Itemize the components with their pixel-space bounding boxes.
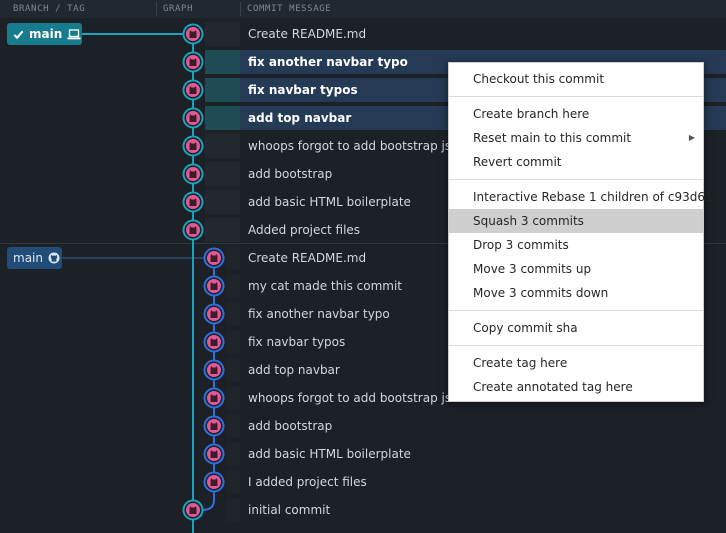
menu-item-label: Move 3 commits up [473, 262, 592, 276]
header-commit-message[interactable]: COMMIT MESSAGE [247, 0, 331, 18]
avatar-icon[interactable] [203, 387, 225, 409]
menu-item[interactable]: Create annotated tag here [449, 375, 703, 399]
menu-item[interactable]: Squash 3 commits [449, 209, 703, 233]
local-branch-tag[interactable]: main [7, 23, 82, 45]
commit-message: Create README.md [248, 27, 367, 41]
laptop-icon [67, 28, 81, 40]
chevron-right-icon: ▶ [688, 133, 695, 142]
menu-item-label: Drop 3 commits [473, 238, 569, 252]
menu-item-label: Checkout this commit [473, 72, 605, 86]
avatar-icon[interactable] [182, 79, 204, 101]
remote-branch-tag[interactable]: main [7, 247, 62, 269]
avatar-icon[interactable] [182, 135, 204, 157]
commit-message: add basic HTML boilerplate [248, 195, 411, 209]
commit-message: Create README.md [248, 251, 367, 265]
menu-separator [449, 310, 703, 311]
commit-message: add bootstrap [248, 419, 333, 433]
menu-item[interactable]: Interactive Rebase 1 children of c93d61 [449, 185, 713, 209]
commit-message: add bootstrap [248, 167, 333, 181]
menu-item[interactable]: Create branch here [449, 102, 703, 126]
commit-message: whoops forgot to add bootstrap js s [248, 139, 462, 153]
menu-item-label: Create annotated tag here [473, 380, 633, 394]
commit-message: fix navbar typos [248, 83, 358, 97]
commit-message: whoops forgot to add bootstrap js s [248, 391, 462, 405]
avatar-icon[interactable] [182, 219, 204, 241]
menu-item-label: Create branch here [473, 107, 590, 121]
menu-item-label: Copy commit sha [473, 321, 578, 335]
menu-item[interactable]: Copy commit sha [449, 316, 703, 340]
menu-item[interactable]: Drop 3 commits [449, 233, 703, 257]
commit-message: add top navbar [248, 363, 340, 377]
remote-branch-name: main [13, 251, 43, 265]
menu-item-label: Reset main to this commit [473, 131, 632, 145]
menu-item-label: Move 3 commits down [473, 286, 609, 300]
menu-item[interactable]: Create tag here [449, 351, 703, 375]
menu-item[interactable]: Move 3 commits up [449, 257, 703, 281]
avatar-icon[interactable] [182, 23, 204, 45]
avatar-icon[interactable] [182, 51, 204, 73]
menu-item[interactable]: Revert commit [449, 150, 703, 174]
commit-message: fix another navbar typo [248, 307, 390, 321]
menu-separator [449, 96, 703, 97]
menu-item[interactable]: Move 3 commits down [449, 281, 703, 305]
avatar-icon[interactable] [203, 471, 225, 493]
github-icon [48, 252, 60, 264]
menu-item-label: Create tag here [473, 356, 568, 370]
commit-message: initial commit [248, 503, 331, 517]
menu-separator [449, 345, 703, 346]
menu-separator [449, 179, 703, 180]
commit-message: add basic HTML boilerplate [248, 447, 411, 461]
avatar-icon[interactable] [203, 359, 225, 381]
context-menu: Checkout this commit Create branch here Re… [448, 62, 713, 402]
menu-item-label: Interactive Rebase 1 children of c93d61 [473, 190, 713, 204]
avatar-icon[interactable] [203, 303, 225, 325]
commit-message: I added project files [248, 475, 367, 489]
avatar-icon[interactable] [182, 499, 204, 521]
menu-item[interactable]: Checkout this commit [449, 67, 703, 91]
check-icon [13, 29, 24, 40]
commit-message: Added project files [248, 223, 361, 237]
commit-message: add top navbar [248, 111, 352, 125]
header-resize-handle[interactable] [240, 2, 241, 16]
avatar-icon[interactable] [203, 443, 225, 465]
avatar-icon[interactable] [203, 275, 225, 297]
commit-message: fix another navbar typo [248, 55, 408, 69]
avatar-icon[interactable] [182, 191, 204, 213]
menu-item[interactable]: Reset main to this commit ▶ [449, 126, 703, 150]
commit-message: my cat made this commit [248, 279, 403, 293]
menu-item-label: Squash 3 commits [473, 214, 584, 228]
avatar-icon[interactable] [203, 415, 225, 437]
avatar-icon[interactable] [182, 163, 204, 185]
local-branch-name: main [29, 27, 63, 41]
avatar-icon[interactable] [203, 247, 225, 269]
commit-message: fix navbar typos [248, 335, 346, 349]
avatar-icon[interactable] [182, 107, 204, 129]
avatar-icon[interactable] [203, 331, 225, 353]
menu-item-label: Revert commit [473, 155, 562, 169]
